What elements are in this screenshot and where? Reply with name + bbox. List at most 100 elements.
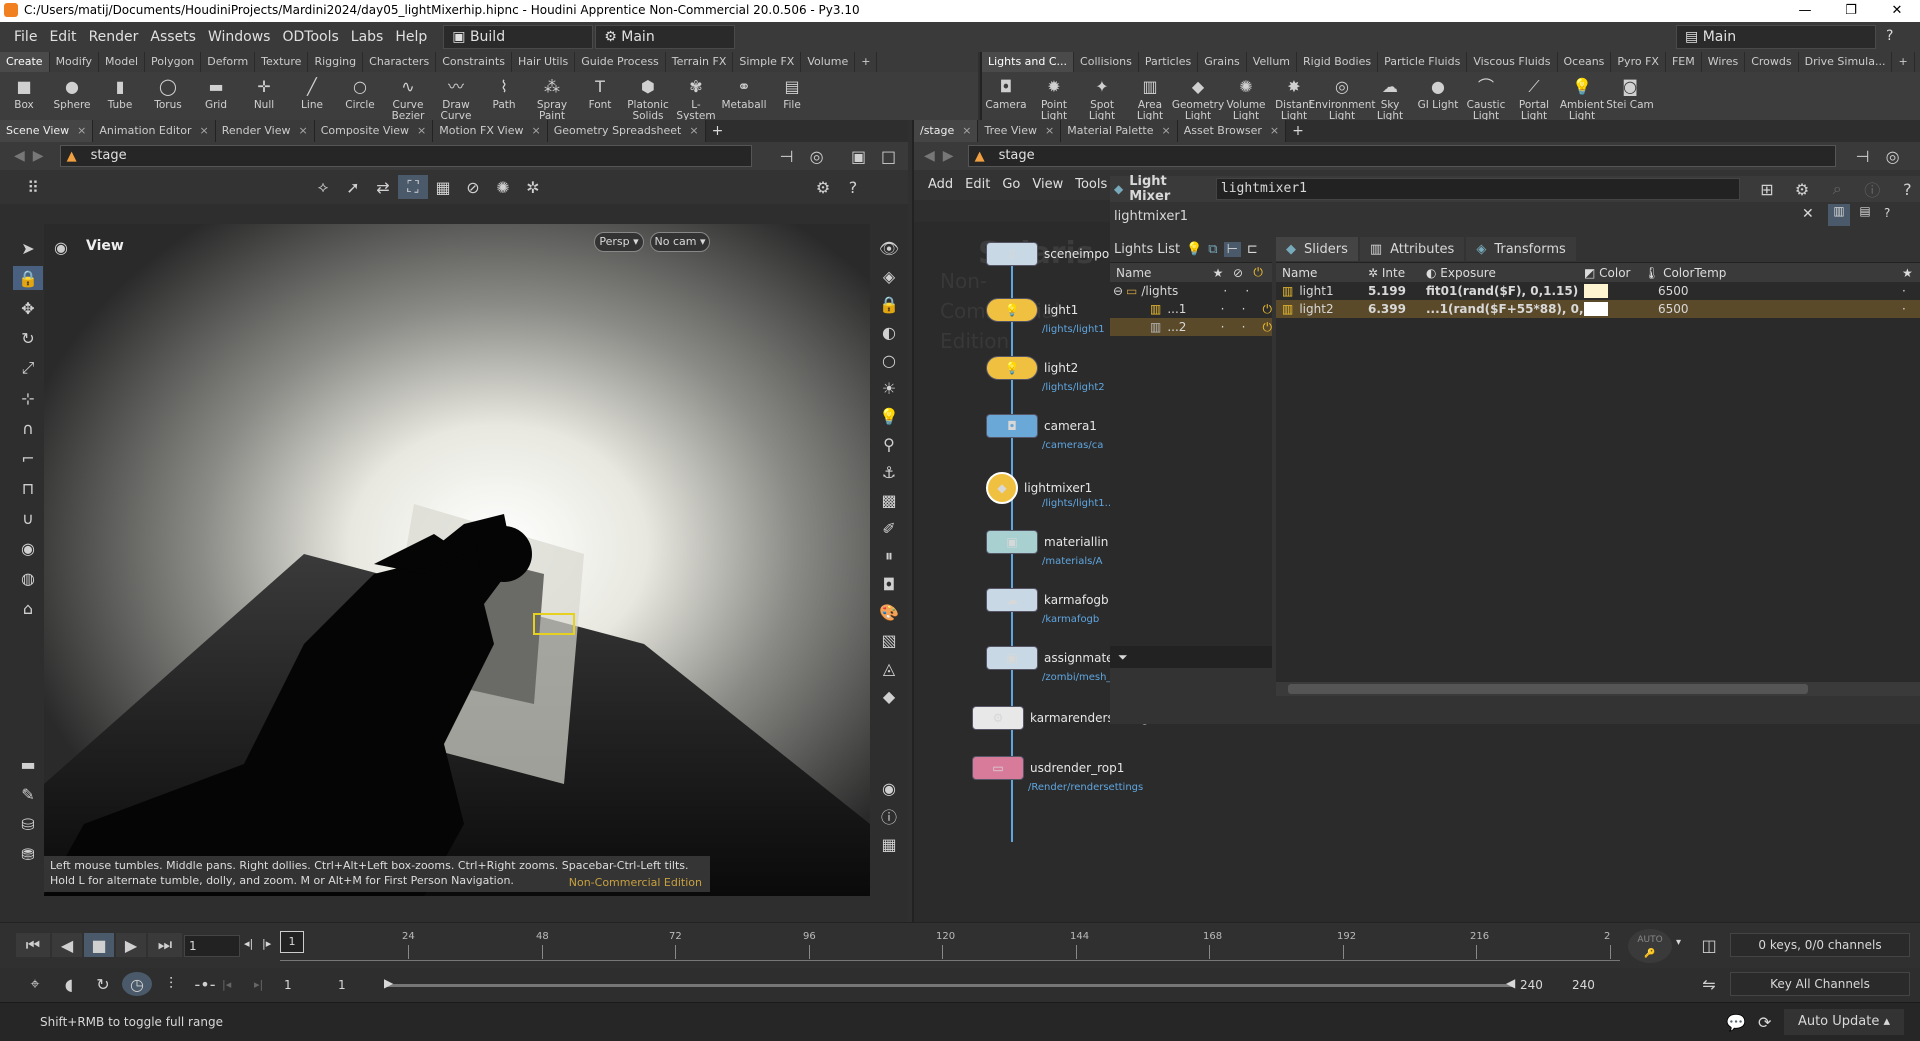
select-arrow-icon[interactable]: ➤	[13, 236, 43, 260]
bulb2-icon[interactable]: ⚲	[874, 432, 904, 456]
add-tab-icon[interactable]: +	[1292, 123, 1304, 139]
left-path-field[interactable]: ▲ stage	[59, 145, 752, 167]
tab-stage[interactable]: /stage ×	[914, 120, 979, 142]
exposure-field[interactable]: ...1(rand($F+55*88), 0,1.5)	[1426, 302, 1584, 316]
play-reverse-icon[interactable]: ◀	[52, 933, 82, 957]
tree-light-row[interactable]: ▥ ...1 · · ⏻	[1110, 300, 1272, 318]
add-tab-icon[interactable]: +	[712, 123, 724, 139]
net-menu-add[interactable]: Add	[922, 170, 959, 200]
shelf-tool-line[interactable]: ╱ Line	[288, 72, 336, 118]
left-tab-simple-fx[interactable]: Simple FX	[733, 52, 802, 72]
magnet2-icon[interactable]: ∪	[13, 506, 43, 530]
mixer-row[interactable]: ▥ light2 6.399...1(rand($F+55*88), 0,1.5) 6…	[1276, 300, 1920, 318]
range-handle-left-icon[interactable]: ▶	[384, 976, 393, 990]
right-tab-lights-and-c[interactable]: Lights and C...	[982, 52, 1075, 72]
pause-icon[interactable]: ⏸	[874, 544, 904, 568]
no-entry-icon[interactable]: ⊘	[458, 175, 488, 199]
net-menu-view[interactable]: View	[1026, 170, 1069, 200]
range-start-value[interactable]: 1	[284, 978, 292, 992]
right-path-field[interactable]: ▲ stage	[967, 145, 1836, 167]
shelf-tool-grid[interactable]: ▬ Grid	[192, 72, 240, 118]
node-light2[interactable]: 💡 light2	[986, 356, 1078, 380]
range-forward-icon[interactable]: ▸|	[254, 978, 263, 991]
frame-field[interactable]: 1	[184, 935, 240, 957]
add-shelf-icon[interactable]: +	[855, 52, 878, 72]
stamp-icon[interactable]: ⛁	[13, 812, 43, 836]
menu-assets[interactable]: Assets	[144, 22, 202, 52]
sphere-light-icon[interactable]: ○	[874, 348, 904, 372]
col-exposure[interactable]: ◐ Exposure	[1426, 266, 1584, 280]
key-all-icon[interactable]: ⇋	[1694, 972, 1724, 996]
tab-scene-view[interactable]: Scene View ×	[0, 120, 94, 142]
layout-b-icon[interactable]: ▤	[1854, 204, 1876, 226]
color-swatch[interactable]	[1584, 284, 1608, 298]
headlight-icon[interactable]: ◐	[874, 320, 904, 344]
forward-arrow-icon[interactable]: ▶	[943, 148, 954, 164]
auto-update-button[interactable]: Auto Update ▴	[1784, 1009, 1904, 1035]
close-tab-icon[interactable]: ×	[200, 120, 209, 142]
shelf-tool-gi-light[interactable]: ● GI Light	[1414, 72, 1462, 118]
right-tab-grains[interactable]: Grains	[1198, 52, 1247, 72]
current-frame-marker[interactable]: 1	[280, 931, 304, 953]
left-tab-model[interactable]: Model	[99, 52, 146, 72]
close-tab-icon[interactable]: ×	[1162, 120, 1171, 142]
bulb-icon[interactable]: 💡	[874, 404, 904, 428]
camera-tool-icon[interactable]: ◉	[13, 536, 43, 560]
auto-dropdown-icon[interactable]: ▾	[1676, 937, 1681, 948]
shelf-tool-circle[interactable]: ○ Circle	[336, 72, 384, 118]
power-icon[interactable]: ⏻	[1253, 265, 1272, 280]
left-tab-terrain-fx[interactable]: Terrain FX	[666, 52, 734, 72]
node-usdrender-rop1[interactable]: ▭ usdrender_rop1	[972, 756, 1124, 780]
param-search-icon[interactable]: ⌕	[1823, 177, 1852, 201]
info-icon[interactable]: ⓘ	[874, 804, 904, 828]
solo-icon[interactable]: ⊘	[1233, 266, 1253, 280]
menu-file[interactable]: File	[8, 22, 43, 52]
param-info-icon[interactable]: ⓘ	[1858, 177, 1887, 201]
shelf-tool-geometry-light[interactable]: ◆ Geometry Light	[1172, 72, 1224, 122]
shelf-tool-spray-paint[interactable]: ⁂ Spray Paint	[528, 72, 576, 122]
shelf-tool-stei-cam[interactable]: ◙ Stei Cam	[1606, 72, 1654, 118]
chat-icon[interactable]: 💬	[1726, 1013, 1746, 1032]
node-light1[interactable]: 💡 light1	[986, 298, 1078, 322]
pin2-icon[interactable]: ⚓	[874, 460, 904, 484]
col-colortemp[interactable]: 🌡 ColorTemp	[1644, 266, 1754, 280]
close-tab-icon[interactable]: ×	[1270, 120, 1279, 142]
ticks-icon[interactable]: ⫶	[156, 972, 186, 996]
desktop-main-select[interactable]: ⚙ Main	[595, 25, 736, 49]
palette-icon[interactable]: 🎨	[874, 600, 904, 624]
range-handle-right-icon[interactable]: ◀	[1506, 976, 1515, 990]
right-tab-collisions[interactable]: Collisions	[1074, 52, 1139, 72]
dash-icon[interactable]: -•-	[190, 972, 220, 996]
maximize-button[interactable]: ❐	[1828, 0, 1874, 22]
bucket-icon[interactable]: ⛃	[13, 842, 43, 866]
tab-render-view[interactable]: Render View ×	[215, 120, 315, 142]
shelf-tool-torus[interactable]: ◯ Torus	[144, 72, 192, 118]
right-tab-drive-simula[interactable]: Drive Simula...	[1799, 52, 1893, 72]
audio-icon[interactable]: ◖	[54, 972, 84, 996]
menu-edit[interactable]: Edit	[43, 22, 82, 52]
range-back-icon[interactable]: |◂	[222, 978, 231, 991]
hierarchy-icon[interactable]: ⊏	[1247, 242, 1258, 257]
left-tab-texture[interactable]: Texture	[255, 52, 309, 72]
range-start2-value[interactable]: 1	[338, 978, 346, 992]
shelf-tool-area-light[interactable]: ▥ Area Light	[1126, 72, 1174, 122]
tab-geometry-spreadsheet[interactable]: Geometry Spreadsheet ×	[547, 120, 706, 142]
colortemp-field[interactable]: 6500	[1644, 302, 1754, 316]
close-tab-icon[interactable]: ×	[417, 120, 426, 142]
shelf-tool-portal-light[interactable]: ⟋ Portal Light	[1510, 72, 1558, 122]
left-tab-rigging[interactable]: Rigging	[308, 52, 364, 72]
shelf-tool-box[interactable]: ■ Box	[0, 72, 48, 118]
viewport-settings-icon[interactable]: ⚙	[808, 175, 838, 199]
shelf-tool-caustic-light[interactable]: ⌒ Caustic Light	[1462, 72, 1510, 122]
timeline-ruler[interactable]: 1 24 48 72 96 120 144 168 192 216 2	[280, 931, 1620, 961]
brush2-icon[interactable]: ✐	[874, 516, 904, 540]
tab-motion-fx-view[interactable]: Motion FX View ×	[433, 120, 548, 142]
add-light-icon[interactable]: 💡	[1186, 242, 1202, 257]
right-tab-wires[interactable]: Wires	[1702, 52, 1746, 72]
range-slider[interactable]	[384, 984, 1514, 987]
pin-icon[interactable]: ⊣	[1848, 144, 1878, 168]
filter-icon[interactable]: ⏷	[1118, 650, 1128, 665]
col-color[interactable]: ◩ Color	[1584, 266, 1644, 280]
net-menu-tools[interactable]: Tools	[1069, 170, 1113, 200]
loop-icon[interactable]: ↻	[88, 972, 118, 996]
